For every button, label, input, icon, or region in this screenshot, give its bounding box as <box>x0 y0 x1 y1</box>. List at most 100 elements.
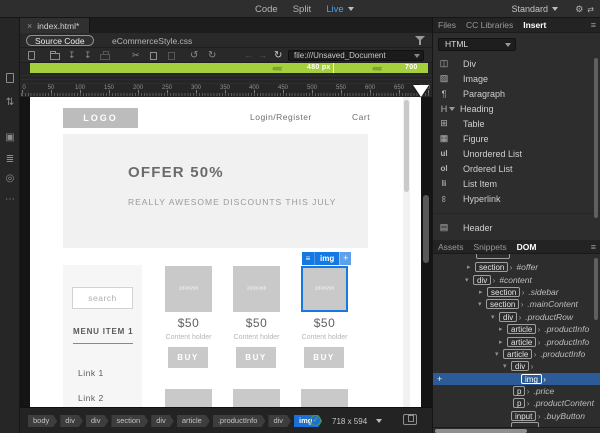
tab-files[interactable]: Files <box>438 20 456 30</box>
insert-item-figure[interactable]: ▦ Figure <box>433 131 600 146</box>
panel-menu-icon[interactable]: ≡ <box>591 20 596 30</box>
tab-assets[interactable]: Assets <box>438 242 464 252</box>
document-tab[interactable]: × index.html* <box>20 18 91 33</box>
product-image[interactable] <box>301 389 348 407</box>
menu-link-1[interactable]: Link 1 <box>78 368 104 378</box>
save-icon[interactable]: ↧ <box>68 50 76 61</box>
tag-chip[interactable]: section <box>111 415 148 427</box>
dom-scrollbar-thumb[interactable] <box>594 258 598 320</box>
insert-item-hyperlink[interactable]: ∞ Hyperlink <box>433 191 600 206</box>
redo-icon[interactable]: ↻ <box>208 50 216 61</box>
insert-item-div[interactable]: ◫ Div <box>433 56 600 71</box>
dom-node-article-productinfo[interactable]: ▸ article .productInfo <box>433 335 600 348</box>
product-image[interactable]: 200X200 <box>233 266 280 312</box>
insert-scrollbar-thumb[interactable] <box>594 58 598 218</box>
tab-live[interactable]: Live <box>326 4 354 15</box>
tab-code[interactable]: Code <box>255 4 278 15</box>
scrollbar-thumb[interactable] <box>435 429 527 433</box>
tab-dom[interactable]: DOM <box>517 242 537 252</box>
buy-button[interactable]: BUY <box>236 347 276 368</box>
dom-node-article-productinfo[interactable]: ▾ article .productInfo <box>433 348 600 360</box>
menu-link-2[interactable]: Link 2 <box>78 393 104 403</box>
expand-icon[interactable]: ▸ <box>499 325 507 333</box>
chevron-down-icon[interactable] <box>414 54 420 58</box>
workspace-switcher[interactable]: Standard <box>511 0 558 18</box>
refresh-icon[interactable]: ↻ <box>274 50 282 61</box>
device-preview-icon[interactable] <box>403 414 417 425</box>
dom-horizontal-scrollbar[interactable] <box>433 427 600 433</box>
tab-snippets[interactable]: Snippets <box>474 242 507 252</box>
viewport-resize-handle[interactable] <box>413 85 429 97</box>
sync-icon[interactable]: ⇄ <box>587 5 594 14</box>
dom-node-p-price[interactable]: p .price <box>433 385 600 397</box>
dom-node-div[interactable]: ▾ div <box>433 360 600 372</box>
chevron-down-icon[interactable] <box>449 106 455 111</box>
dom-node-section-maincontent[interactable]: ▾ section .mainContent <box>433 298 600 310</box>
insert-item-header[interactable]: ▤ Header <box>433 220 600 235</box>
insert-item-heading[interactable]: H Heading <box>433 101 600 116</box>
undo-icon[interactable]: ↺ <box>190 50 198 61</box>
back-icon[interactable]: ← <box>244 50 253 61</box>
more-icon[interactable]: ⋯ <box>0 195 20 205</box>
open-folder-icon[interactable] <box>50 50 60 63</box>
collapse-icon[interactable]: ▾ <box>491 313 499 321</box>
media-query-bar[interactable]: ‹‹‹‹‹‹ 480 px ‹‹‹‹‹‹ 700 px <box>30 63 428 81</box>
selected-element-name[interactable]: img <box>315 252 340 265</box>
tag-chip[interactable]: article <box>177 415 210 427</box>
inspect-icon[interactable]: ▣ <box>0 133 20 143</box>
design-scrollbar[interactable] <box>403 97 410 407</box>
tag-chip[interactable]: div <box>86 415 109 427</box>
expand-icon[interactable]: ▸ <box>479 288 487 296</box>
copy-icon[interactable] <box>150 50 162 63</box>
dom-node-div-content[interactable]: ▾ div #content <box>433 273 600 286</box>
insert-item-unordered-list[interactable]: ul Unordered List <box>433 146 600 161</box>
buy-button[interactable]: BUY <box>304 347 344 368</box>
mq-breakpoint-700[interactable]: 700 px <box>405 63 428 81</box>
tag-chip[interactable]: body <box>28 415 57 427</box>
dom-node-section-offer[interactable]: ▸ section #offer <box>433 261 600 273</box>
collapse-icon[interactable]: ▾ <box>503 362 511 370</box>
insert-category-dropdown[interactable]: HTML <box>438 38 516 51</box>
scrollbar-thumb[interactable] <box>404 100 409 192</box>
tag-chip[interactable]: div <box>151 415 174 427</box>
collapse-icon[interactable]: ▾ <box>495 350 503 358</box>
collapse-icon[interactable]: ▾ <box>478 300 486 308</box>
sort-icon[interactable]: ⇅ <box>0 98 20 108</box>
gear-icon[interactable]: ⚙ <box>575 4 583 15</box>
dom-node-div-productrow[interactable]: ▾ div .productRow <box>433 311 600 323</box>
mq-breakpoint-480[interactable]: 480 px <box>307 63 331 73</box>
dom-node-section-sidebar[interactable]: ▸ section .sidebar <box>433 286 600 298</box>
print-icon[interactable] <box>100 50 110 63</box>
product-image[interactable] <box>233 389 280 407</box>
address-bar[interactable]: file:///Unsaved_Document <box>288 50 424 61</box>
panel-scrollbar-thumb[interactable] <box>423 195 429 263</box>
tab-insert[interactable]: Insert <box>523 20 546 30</box>
collapse-icon[interactable]: ▾ <box>465 276 473 284</box>
product-image[interactable]: 200X200 <box>165 266 212 312</box>
expand-icon[interactable]: ▸ <box>467 263 475 271</box>
tag-chip[interactable]: div <box>268 415 291 427</box>
panel-menu-icon[interactable]: ≡ <box>591 242 596 252</box>
new-file-icon[interactable] <box>28 50 35 63</box>
add-element-icon[interactable]: + <box>339 252 352 265</box>
dom-node-partial[interactable] <box>476 254 510 259</box>
save-all-icon[interactable]: ↧ <box>84 50 92 61</box>
insert-item-list-item[interactable]: li List Item <box>433 176 600 191</box>
product-image-selected[interactable]: 200X200 <box>301 266 348 312</box>
new-document-icon[interactable] <box>0 73 20 86</box>
logo-placeholder[interactable]: LOGO <box>63 108 138 128</box>
forward-icon[interactable]: → <box>258 50 267 61</box>
tab-split[interactable]: Split <box>293 4 311 15</box>
tab-cc-libraries[interactable]: CC Libraries <box>466 20 513 30</box>
paste-icon[interactable] <box>168 50 180 63</box>
insert-item-ordered-list[interactable]: ol Ordered List <box>433 161 600 176</box>
cut-icon[interactable]: ✂ <box>132 50 140 61</box>
add-element-icon[interactable]: + <box>437 374 442 384</box>
filter-icon[interactable] <box>415 36 425 46</box>
tag-chip[interactable]: .productInfo <box>213 415 266 427</box>
dom-node-p-productcontent[interactable]: p .productContent <box>433 397 600 409</box>
close-icon[interactable]: × <box>27 21 32 31</box>
product-image[interactable] <box>165 389 212 407</box>
insert-item-paragraph[interactable]: ¶ Paragraph <box>433 86 600 101</box>
insert-item-image[interactable]: ▨ Image <box>433 71 600 86</box>
